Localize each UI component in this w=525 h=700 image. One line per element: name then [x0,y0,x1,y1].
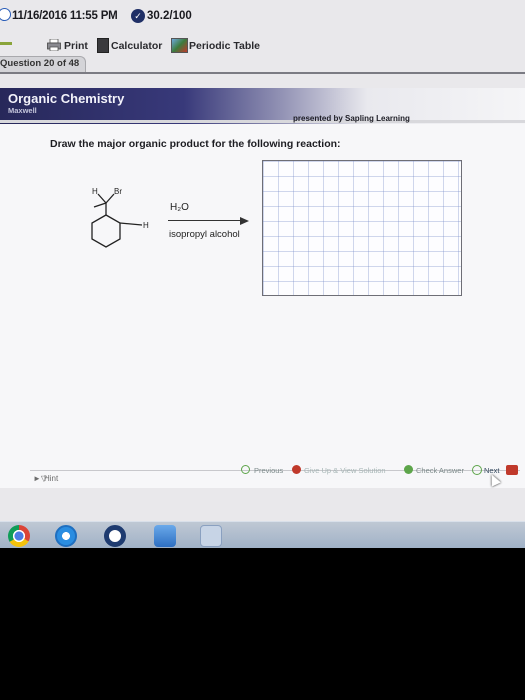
br-label: Br [114,187,122,196]
tab-divider [0,72,525,74]
reaction-arrow [168,220,244,221]
periodic-table-button[interactable]: Periodic Table [189,40,260,52]
course-title: Organic Chemistry [8,91,125,106]
app-icon[interactable] [154,525,176,547]
previous-icon[interactable] [241,465,250,474]
reagent-solvent: isopropyl alcohol [169,229,240,240]
bond-h-side [119,222,143,226]
hint-button[interactable]: Hint [44,474,58,483]
opera-icon[interactable] [104,525,126,547]
give-up-icon[interactable] [292,465,301,474]
next-icon[interactable] [472,465,482,475]
check-answer-button[interactable]: Check Answer [416,466,464,475]
reagent-water: H₂O [170,202,189,213]
course-subtitle: Maxwell [8,106,37,115]
score-label: 30.2/100 [147,10,192,22]
reaction-arrow-head [240,216,249,225]
printer-icon[interactable] [47,39,61,51]
calculator-icon[interactable] [97,38,109,53]
question-counter: Question 20 of 48 [0,58,80,69]
score-icon: ✓ [131,9,145,23]
drawing-canvas[interactable] [262,160,462,296]
print-button[interactable]: Print [64,40,88,52]
calculator-button[interactable]: Calculator [111,40,162,52]
question-instruction: Draw the major organic product for the f… [50,138,341,150]
bond-h-top [97,193,107,204]
reactant-structure: H Br H [91,187,149,248]
app-icon-2[interactable] [200,525,222,547]
toolbar-arrow-icon [0,42,12,45]
datetime-label: 11/16/2016 11:55 PM [12,10,118,22]
cyclohexane-ring [91,214,121,248]
previous-button[interactable]: Previous [254,466,283,475]
give-up-button[interactable]: Give Up & View Solution [304,466,386,475]
browser-screen: 11/16/2016 11:55 PM ✓ 30.2/100 Print Cal… [0,0,525,548]
periodic-table-icon[interactable] [171,38,188,53]
internet-explorer-icon[interactable] [55,525,77,547]
header-divider [0,120,525,123]
taskbar [0,521,525,548]
chrome-icon[interactable] [8,525,30,547]
check-answer-icon[interactable] [404,465,413,474]
bond-br [105,193,115,204]
exit-icon[interactable] [506,465,518,475]
clock-icon [0,8,11,21]
h-side-label: H [143,221,149,230]
h-top-label: H [92,187,98,196]
presented-by: presented by Sapling Learning [293,114,410,123]
